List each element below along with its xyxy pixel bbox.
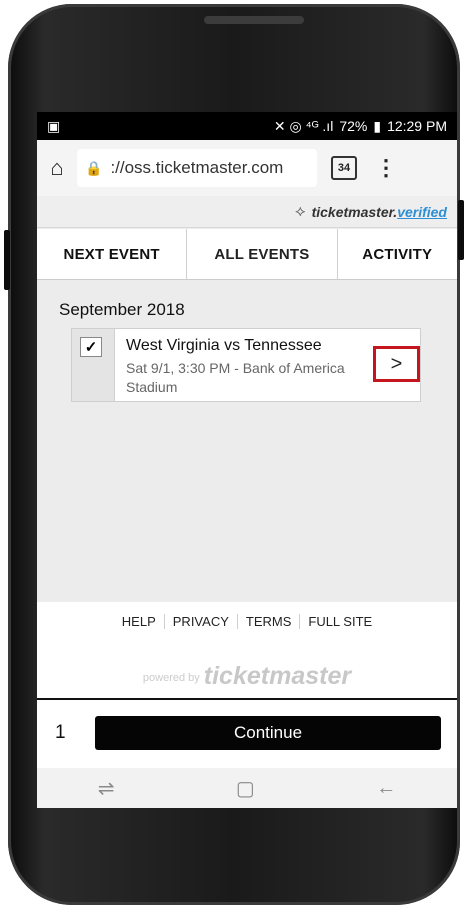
checkout-bar: 1 Continue bbox=[37, 698, 457, 770]
event-details: Sat 9/1, 3:30 PM - Bank of America Stadi… bbox=[126, 360, 345, 395]
home-button-icon[interactable]: ▢ bbox=[236, 776, 255, 801]
power-button bbox=[458, 200, 464, 260]
status-icons: ✕ ◎ ⁴ᴳ .ıl bbox=[273, 117, 334, 134]
ticketmaster-logo: ticketmaster bbox=[203, 662, 352, 690]
overflow-menu-icon[interactable]: ⋮ bbox=[375, 155, 397, 181]
back-icon[interactable]: ← bbox=[376, 777, 396, 800]
month-heading: September 2018 bbox=[59, 300, 185, 319]
tab-next-event[interactable]: NEXT EVENT bbox=[37, 229, 186, 279]
verified-tag-icon: ⟡ bbox=[295, 202, 306, 220]
event-title: West Virginia vs Tennessee bbox=[126, 337, 322, 354]
page-footer: HELP PRIVACY TERMS FULL SITE powered by t… bbox=[37, 602, 457, 698]
event-select-cell: ✓ bbox=[72, 329, 115, 401]
footer-link-terms[interactable]: TERMS bbox=[236, 614, 300, 629]
battery-icon: ▮ bbox=[373, 117, 382, 134]
footer-link-full-site[interactable]: FULL SITE bbox=[299, 614, 380, 629]
events-list: September 2018 ✓ West Virginia vs Tennes… bbox=[37, 280, 457, 602]
powered-by: powered by ticketmaster bbox=[142, 662, 352, 690]
url-text: ://oss.ticketmaster.com bbox=[110, 158, 284, 177]
tab-all-events[interactable]: ALL EVENTS bbox=[186, 229, 338, 279]
battery-level: 72% bbox=[339, 118, 368, 134]
event-details-arrow-button[interactable]: > bbox=[373, 346, 420, 382]
image-icon: ▣ bbox=[47, 117, 61, 134]
address-bar[interactable]: 🔒 ://oss.ticketmaster.com bbox=[77, 149, 317, 187]
tab-activity[interactable]: ACTIVITY bbox=[338, 229, 457, 279]
volume-button bbox=[4, 230, 10, 290]
continue-button[interactable]: Continue bbox=[95, 716, 441, 750]
system-navigation: ⇌ ▢ ← bbox=[37, 768, 457, 808]
tab-switcher-button[interactable]: 34 bbox=[331, 156, 357, 180]
phone-screen: ▣ ✕ ◎ ⁴ᴳ .ıl 72% ▮ 12:29 PM ⌂ 🔒 ://oss.t… bbox=[37, 112, 457, 808]
footer-link-help[interactable]: HELP bbox=[114, 614, 164, 629]
browser-toolbar: ⌂ 🔒 ://oss.ticketmaster.com 34 ⋮ bbox=[37, 140, 457, 196]
status-bar: ▣ ✕ ◎ ⁴ᴳ .ıl 72% ▮ 12:29 PM bbox=[37, 112, 457, 140]
footer-links: HELP PRIVACY TERMS FULL SITE bbox=[37, 614, 457, 629]
footer-link-privacy[interactable]: PRIVACY bbox=[163, 614, 237, 629]
home-icon[interactable]: ⌂ bbox=[37, 155, 77, 181]
speaker-grille bbox=[204, 16, 304, 24]
clock: 12:29 PM bbox=[387, 118, 447, 134]
event-card[interactable]: ✓ West Virginia vs Tennessee Sat 9/1, 3:… bbox=[71, 328, 421, 402]
event-tabs: NEXT EVENT ALL EVENTS ACTIVITY bbox=[37, 229, 457, 280]
verified-banner: ⟡ ticketmaster.verified bbox=[37, 196, 457, 228]
lock-icon: 🔒 bbox=[85, 159, 103, 176]
verified-logo: ticketmaster.verified bbox=[311, 203, 447, 220]
ticket-quantity: 1 bbox=[55, 722, 66, 743]
recent-apps-icon[interactable]: ⇌ bbox=[98, 776, 115, 801]
event-checkbox[interactable]: ✓ bbox=[80, 337, 102, 357]
